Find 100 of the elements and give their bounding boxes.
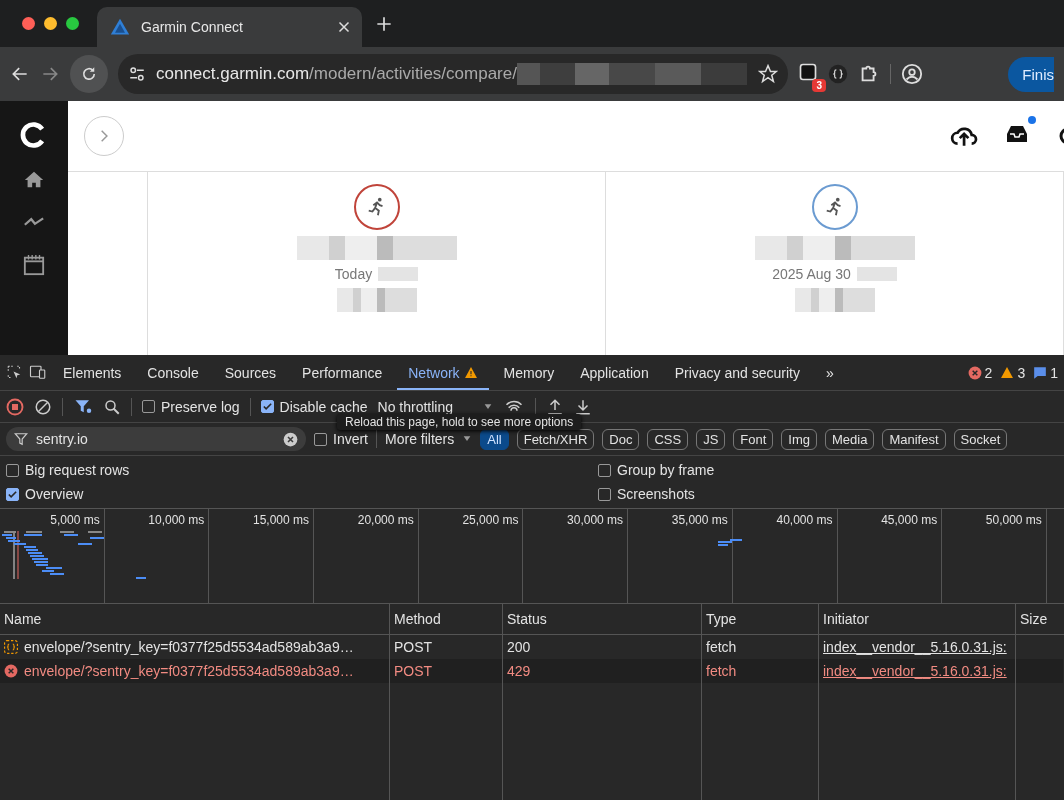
reload-icon (80, 65, 98, 83)
finish-button[interactable]: Finis (1008, 56, 1054, 92)
type-filter-button[interactable]: Img (781, 428, 817, 450)
window-control-button[interactable] (22, 17, 35, 30)
checkbox-label: Group by frame (617, 462, 715, 478)
site-settings-icon[interactable] (128, 65, 146, 83)
initiator-link[interactable]: index__vendor__5.16.0.31.js: (823, 639, 1007, 655)
timeline-tick: 15,000 ms (253, 513, 310, 527)
column-header[interactable]: Size (1016, 604, 1064, 635)
type-filter-button[interactable]: Font (733, 428, 774, 450)
type-filter-button[interactable]: CSS (647, 428, 689, 450)
column-header[interactable]: Method (390, 604, 503, 635)
device-toggle-icon[interactable] (28, 363, 48, 382)
panel-tab[interactable]: Privacy and security (663, 355, 811, 390)
checkbox[interactable] (598, 487, 611, 501)
panel-tab[interactable]: Application (569, 355, 660, 390)
checkbox[interactable] (142, 400, 155, 413)
table-cell-text: 200 (506, 638, 532, 657)
filter-icon[interactable] (73, 397, 93, 416)
extension-icon[interactable] (798, 62, 818, 82)
table-cell: 429 (503, 659, 701, 683)
message-icon (1033, 365, 1048, 380)
profile-icon[interactable] (901, 63, 923, 85)
throttling-dropdown[interactable]: No throttling (377, 398, 493, 415)
panel-tab[interactable]: Memory (492, 355, 566, 390)
timeline-tick: 30,000 ms (567, 513, 624, 527)
type-filter-button[interactable]: Doc (602, 428, 640, 450)
column-header[interactable]: Type (702, 604, 819, 635)
upload-icon[interactable] (546, 397, 564, 416)
panel-tab[interactable]: Console (136, 355, 210, 390)
blurred-time (856, 267, 897, 281)
tab-title: Garmin Connect (141, 19, 244, 35)
address-bar[interactable]: connect.garmin.com/modern/activities/compare/ (118, 54, 788, 94)
filter-value: sentry.io (36, 431, 89, 447)
browser-tab[interactable]: Garmin Connect (97, 7, 362, 47)
timeline-tick: 10,000 ms (148, 513, 205, 527)
timeline-tick: 5,000 ms (50, 513, 100, 527)
reload-button[interactable] (70, 55, 108, 93)
panel-tab[interactable]: Performance (291, 355, 394, 390)
checkbox-label: Invert (333, 431, 368, 447)
warning-count: 3 (1017, 364, 1026, 381)
filter-field[interactable]: sentry.io (6, 427, 306, 451)
check-icon (7, 488, 18, 500)
timeline-tick: 50,000 ms (985, 513, 1042, 527)
error-icon (4, 664, 18, 678)
column-header[interactable]: Name (0, 604, 390, 635)
checkbox-label: Screenshots (617, 486, 695, 502)
notification-badge: 3 (812, 79, 826, 92)
throttling-value: No throttling (377, 398, 453, 415)
type-filter-button[interactable]: Media (825, 428, 875, 450)
new-tab-icon[interactable] (376, 15, 392, 32)
star-icon[interactable] (758, 64, 778, 84)
close-icon[interactable] (338, 21, 350, 33)
table-cell-text: fetch (705, 638, 738, 657)
request-name[interactable]: envelope/?sentry_key=f0377f25d5534ad589ab3a9… (24, 663, 354, 679)
search-icon[interactable] (103, 397, 121, 416)
checkbox[interactable] (6, 487, 19, 501)
window-control-button[interactable] (44, 17, 57, 30)
error-icon (967, 365, 982, 380)
checkbox[interactable] (598, 463, 611, 477)
activity-date: 2025 Aug 30 (772, 266, 851, 282)
braces-icon[interactable] (828, 64, 848, 84)
check-icon (261, 401, 273, 412)
type-filter-button[interactable]: Socket (953, 428, 1008, 450)
column-header[interactable]: Status (503, 604, 702, 635)
panel-tab[interactable]: Elements (52, 355, 133, 390)
fetch-icon (4, 640, 18, 654)
timeline-tick: 20,000 ms (357, 513, 414, 527)
clear-icon[interactable] (283, 431, 298, 447)
timeline-tick: 40,000 ms (776, 513, 833, 527)
timeline-tick: 25,000 ms (462, 513, 519, 527)
clear-icon[interactable] (34, 397, 52, 416)
checkbox[interactable] (260, 400, 274, 413)
more-filters-label: More filters (385, 431, 455, 447)
type-filter-button[interactable]: All (480, 428, 509, 450)
initiator-link[interactable]: index__vendor__5.16.0.31.js: (823, 663, 1007, 679)
timeline-tick: 45,000 ms (881, 513, 938, 527)
calendar-icon[interactable] (23, 253, 45, 277)
type-filter-button[interactable]: Manifest (882, 428, 946, 450)
window-control-button[interactable] (66, 17, 79, 30)
blurred-time (378, 267, 419, 281)
type-filter-button[interactable]: JS (696, 428, 726, 450)
stop-recording-icon[interactable] (6, 397, 24, 416)
panel-tab[interactable]: Sources (213, 355, 288, 390)
timeline-tick: 35,000 ms (671, 513, 728, 527)
triangle-logo-icon (109, 17, 131, 37)
table-cell: fetch (702, 659, 818, 683)
more-tabs-button[interactable]: » (814, 355, 845, 390)
download-icon[interactable] (574, 397, 592, 416)
request-name[interactable]: envelope/?sentry_key=f0377f25d5534ad589ab3a9… (24, 639, 354, 655)
checkbox-label: Overview (25, 486, 84, 502)
checkbox[interactable] (6, 463, 19, 477)
column-header[interactable]: Initiator (819, 604, 1016, 635)
more-filters-dropdown[interactable]: More filters (385, 431, 473, 447)
caret-icon (462, 435, 473, 443)
checkbox[interactable] (314, 432, 327, 446)
table-cell: POST (390, 659, 502, 683)
message-count: 1 (1050, 364, 1058, 381)
error-count: 2 (984, 364, 993, 381)
panel-tab[interactable]: Network (397, 355, 489, 390)
